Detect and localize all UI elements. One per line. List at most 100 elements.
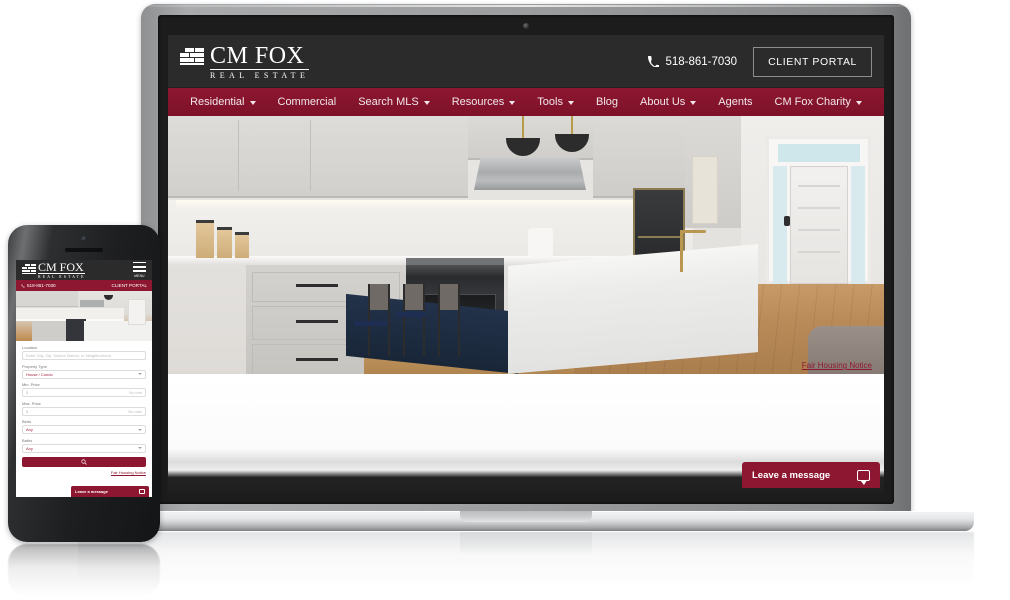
- laptop-mockup: CM FOX REAL ESTATE 518-861-7030 CLIENT P…: [78, 4, 974, 586]
- mobile-brand-tagline: REAL ESTATE: [38, 273, 86, 279]
- chevron-down-icon: [138, 373, 142, 375]
- mobile-phone-number: 518-861-7030: [27, 283, 56, 288]
- mobile-contact-bar: 518-861-7030 CLIENT PORTAL: [16, 280, 152, 291]
- magnifier-icon: [81, 458, 87, 465]
- mobile-client-portal-link[interactable]: CLIENT PORTAL: [112, 283, 147, 288]
- baths-value: Any: [26, 445, 33, 451]
- mobile-max-price-field-group: Max. Price $ No max: [22, 401, 146, 416]
- nav-label: Residential: [190, 96, 245, 108]
- front-camera-icon: [81, 236, 87, 242]
- menu-label: MENU: [134, 274, 145, 279]
- mobile-brand-name: CM FOX: [38, 260, 84, 274]
- nav-label: Commercial: [277, 96, 337, 108]
- min-price-placeholder: No min: [129, 390, 142, 395]
- nav-label: Blog: [595, 96, 619, 108]
- mobile-max-price-input[interactable]: $ No max: [22, 406, 146, 416]
- chevron-down-icon: [423, 101, 430, 105]
- chat-bubble-icon: [139, 489, 145, 494]
- beds-value: Any: [26, 427, 33, 432]
- nav-item-residential[interactable]: Residential: [179, 96, 266, 108]
- earpiece-speaker: [65, 248, 103, 252]
- hero-image: [168, 116, 884, 374]
- brick-stack-logo-icon: [180, 47, 206, 67]
- chat-widget-button[interactable]: Leave a message: [742, 462, 880, 488]
- webcam-icon: [523, 23, 529, 29]
- mobile-beds-select[interactable]: Any: [22, 425, 146, 434]
- property-type-value: House / Condo: [26, 371, 53, 377]
- nav-item-agents[interactable]: Agents: [707, 96, 763, 108]
- fair-housing-notice-link[interactable]: Fair Housing Notice: [802, 361, 872, 370]
- laptop-bezel: CM FOX REAL ESTATE 518-861-7030 CLIENT P…: [158, 15, 894, 504]
- mobile-site-header: CM FOX REAL ESTATE MENU: [16, 260, 152, 280]
- min-price-label: Min. Price: [22, 382, 40, 387]
- website-viewport: CM FOX REAL ESTATE 518-861-7030 CLIENT P…: [168, 35, 884, 494]
- chevron-down-icon: [690, 101, 697, 105]
- nav-item-tools[interactable]: Tools: [526, 96, 585, 108]
- laptop-reflection-notch: [460, 532, 592, 556]
- chevron-down-icon: [249, 101, 256, 105]
- mobile-beds-field-group: Beds Any: [22, 419, 146, 434]
- brand-logo[interactable]: CM FOX REAL ESTATE: [180, 42, 310, 80]
- brand-divider: [210, 68, 310, 70]
- mobile-search-button[interactable]: [22, 456, 146, 467]
- mobile-hero-image: [16, 291, 152, 341]
- mobile-min-price-input[interactable]: $ No min: [22, 388, 146, 397]
- nav-item-search-mls[interactable]: Search MLS: [347, 96, 441, 108]
- header-phone-link[interactable]: 518-861-7030: [648, 56, 737, 68]
- nav-label: Resources: [451, 96, 505, 108]
- mobile-brand-wordmark: CM FOX REAL ESTATE: [38, 260, 86, 279]
- nav-item-blog[interactable]: Blog: [585, 96, 629, 108]
- mobile-location-field-group: Location Enter City, Zip, School Distric…: [22, 345, 146, 360]
- chat-bubble-icon: [857, 469, 870, 485]
- nav-label: CM Fox Charity: [774, 96, 851, 108]
- mobile-baths-select[interactable]: Any: [22, 443, 146, 453]
- chat-label: Leave a message: [75, 489, 108, 494]
- beds-label: Beds: [22, 419, 32, 424]
- chevron-down-icon: [567, 101, 574, 105]
- mobile-search-input[interactable]: Enter City, Zip, School District, or Nei…: [22, 351, 146, 360]
- nav-label: Search MLS: [358, 96, 419, 108]
- max-price-placeholder: No max: [128, 408, 142, 414]
- chevron-down-icon: [138, 447, 142, 449]
- brand-wordmark: CM FOX REAL ESTATE: [210, 42, 310, 80]
- mockup-stage: CM FOX REAL ESTATE 518-861-7030 CLIENT P…: [0, 0, 1010, 600]
- location-placeholder: Enter City, Zip, School District, or Nei…: [26, 353, 111, 358]
- nav-label: Agents: [718, 96, 753, 108]
- phone-body: CM FOX REAL ESTATE MENU 518-861-7030 CLI…: [8, 225, 160, 542]
- nav-item-resources[interactable]: Resources: [441, 96, 527, 108]
- nav-item-commercial[interactable]: Commercial: [267, 96, 348, 108]
- mobile-chat-widget-button[interactable]: Leave a message: [71, 486, 149, 497]
- mobile-min-price-field-group: Min. Price $ No min: [22, 382, 146, 397]
- mobile-brand-logo[interactable]: CM FOX REAL ESTATE: [22, 260, 86, 279]
- main-nav: Residential Commercial Search MLS Resour…: [168, 88, 884, 116]
- site-header: CM FOX REAL ESTATE 518-861-7030 CLIENT P…: [168, 35, 884, 88]
- baths-label: Baths: [22, 437, 33, 443]
- mobile-property-type-select[interactable]: House / Condo: [22, 369, 146, 379]
- nav-item-cm-fox-charity[interactable]: CM Fox Charity: [764, 96, 873, 108]
- phone-screen: CM FOX REAL ESTATE MENU 518-861-7030 CLI…: [16, 260, 152, 497]
- phone-mockup: CM FOX REAL ESTATE MENU 518-861-7030 CLI…: [8, 225, 160, 596]
- mobile-fair-housing-notice-link[interactable]: Fair Housing Notice: [22, 470, 146, 475]
- mobile-phone-link[interactable]: 518-861-7030: [21, 283, 56, 288]
- mobile-baths-field-group: Baths Any: [22, 438, 146, 453]
- currency-prefix: $: [26, 390, 29, 395]
- brand-name: CM FOX: [210, 42, 305, 69]
- chevron-down-icon: [855, 101, 862, 105]
- chevron-down-icon: [138, 428, 142, 431]
- chevron-down-icon: [509, 101, 516, 105]
- brick-stack-logo-icon: [22, 263, 36, 274]
- location-label: Location: [22, 345, 38, 350]
- nav-label: About Us: [640, 96, 686, 108]
- mobile-property-type-field-group: Property Type House / Condo: [22, 364, 146, 379]
- brand-tagline: REAL ESTATE: [210, 70, 310, 80]
- header-actions: 518-861-7030 CLIENT PORTAL: [648, 46, 872, 77]
- max-price-label: Max. Price: [22, 400, 41, 406]
- phone-icon: [21, 284, 25, 287]
- hamburger-menu-button[interactable]: MENU: [133, 261, 146, 279]
- property-type-label: Property Type: [22, 363, 47, 369]
- laptop-base-notch: [460, 511, 592, 522]
- client-portal-button[interactable]: CLIENT PORTAL: [753, 46, 872, 77]
- mobile-property-search-form: Location Enter City, Zip, School Distric…: [16, 341, 152, 480]
- nav-item-about-us[interactable]: About Us: [629, 96, 707, 108]
- phone-icon: [648, 56, 660, 67]
